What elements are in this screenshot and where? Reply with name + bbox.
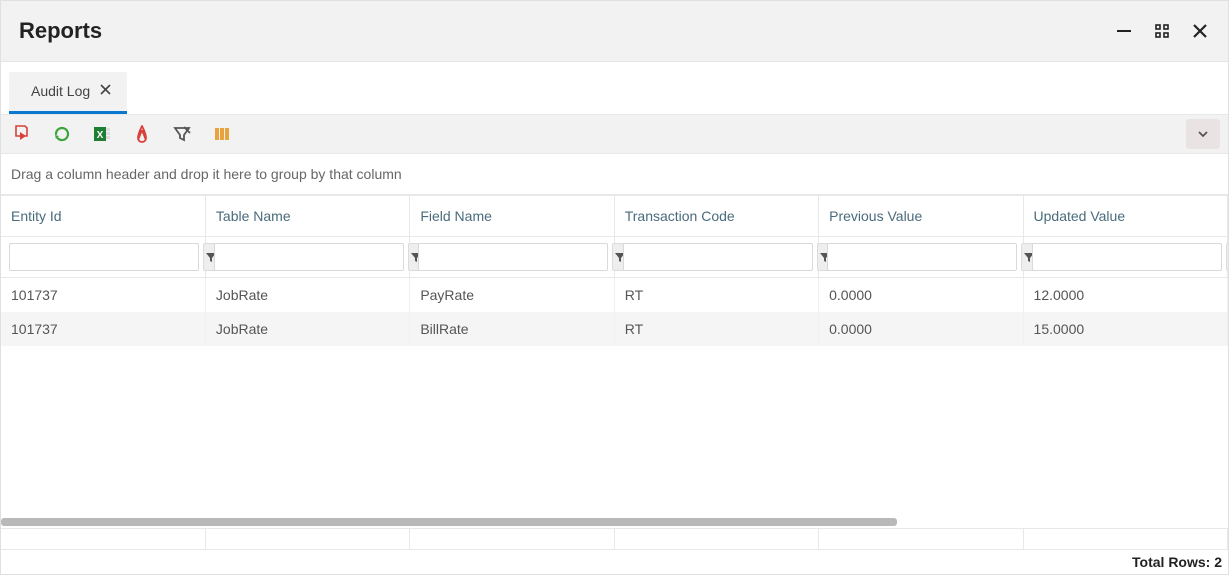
columns-icon <box>212 124 232 144</box>
cell-field-name: PayRate <box>410 278 614 313</box>
header-row: Entity Id Table Name Field Name Transact… <box>1 196 1228 237</box>
cell-transaction-code: RT <box>614 278 818 313</box>
filter-row <box>1 237 1228 278</box>
cell-previous-value: 0.0000 <box>819 312 1023 346</box>
table-row[interactable]: 101737 JobRate PayRate RT 0.0000 12.0000 <box>1 278 1228 313</box>
close-button[interactable] <box>1190 21 1210 41</box>
cell-transaction-code: RT <box>614 312 818 346</box>
tab-close-button[interactable] <box>100 82 111 99</box>
close-icon <box>1191 22 1209 40</box>
col-header-field-name[interactable]: Field Name <box>410 196 614 237</box>
footer-total-rows: Total Rows: 2 <box>1 550 1228 574</box>
clear-filter-button[interactable] <box>169 121 195 147</box>
window-controls <box>1114 21 1210 41</box>
col-header-updated-value[interactable]: Updated Value <box>1023 196 1227 237</box>
cell-table-name: JobRate <box>205 312 409 346</box>
summary-row <box>1 528 1228 550</box>
col-header-previous-value[interactable]: Previous Value <box>819 196 1023 237</box>
cell-updated-value: 15.0000 <box>1023 312 1227 346</box>
filter-input-previous-value[interactable] <box>827 243 1017 271</box>
chevron-down-icon <box>1196 127 1210 141</box>
table-row[interactable]: 101737 JobRate BillRate RT 0.0000 15.000… <box>1 312 1228 346</box>
col-header-table-name[interactable]: Table Name <box>205 196 409 237</box>
filter-input-table-name[interactable] <box>214 243 404 271</box>
export-excel-button[interactable]: X <box>89 121 115 147</box>
grid-empty-area <box>1 346 1228 528</box>
maximize-button[interactable] <box>1152 21 1172 41</box>
maximize-icon <box>1154 23 1170 39</box>
run-report-button[interactable] <box>9 121 35 147</box>
tab-audit-log[interactable]: Audit Log <box>9 72 127 114</box>
minimize-button[interactable] <box>1114 21 1134 41</box>
window-frame: Reports Audit Log <box>0 0 1229 575</box>
col-header-transaction-code[interactable]: Transaction Code <box>614 196 818 237</box>
data-grid: Entity Id Table Name Field Name Transact… <box>1 195 1228 550</box>
toolbar-dropdown-button[interactable] <box>1186 119 1220 149</box>
cell-table-name: JobRate <box>205 278 409 313</box>
report-toolbar: X <box>1 114 1228 154</box>
pdf-icon <box>132 124 152 144</box>
minimize-icon <box>1115 22 1133 40</box>
filter-input-field-name[interactable] <box>418 243 608 271</box>
cell-field-name: BillRate <box>410 312 614 346</box>
col-header-entity-id[interactable]: Entity Id <box>1 196 205 237</box>
cell-entity-id: 101737 <box>1 278 205 313</box>
cell-entity-id: 101737 <box>1 312 205 346</box>
cell-updated-value: 12.0000 <box>1023 278 1227 313</box>
filter-icon <box>1227 250 1228 264</box>
tab-label: Audit Log <box>31 83 90 99</box>
window-title: Reports <box>19 18 102 44</box>
close-icon <box>100 84 111 95</box>
column-chooser-button[interactable] <box>209 121 235 147</box>
titlebar: Reports <box>1 1 1228 62</box>
cell-previous-value: 0.0000 <box>819 278 1023 313</box>
group-by-drop-area[interactable]: Drag a column header and drop it here to… <box>1 154 1228 195</box>
svg-text:X: X <box>97 130 104 141</box>
filter-button-updated-value[interactable] <box>1226 243 1228 271</box>
refresh-button[interactable] <box>49 121 75 147</box>
toolbar-left: X <box>9 121 235 147</box>
filter-input-entity-id[interactable] <box>9 243 199 271</box>
run-report-icon <box>12 124 32 144</box>
refresh-icon <box>52 124 72 144</box>
scrollbar-thumb[interactable] <box>1 518 897 526</box>
clear-filter-icon <box>172 124 192 144</box>
export-pdf-button[interactable] <box>129 121 155 147</box>
tabs-bar: Audit Log <box>1 62 1228 114</box>
excel-icon: X <box>92 124 112 144</box>
horizontal-scrollbar[interactable] <box>1 518 1228 528</box>
filter-input-updated-value[interactable] <box>1032 243 1222 271</box>
filter-input-transaction-code[interactable] <box>623 243 813 271</box>
